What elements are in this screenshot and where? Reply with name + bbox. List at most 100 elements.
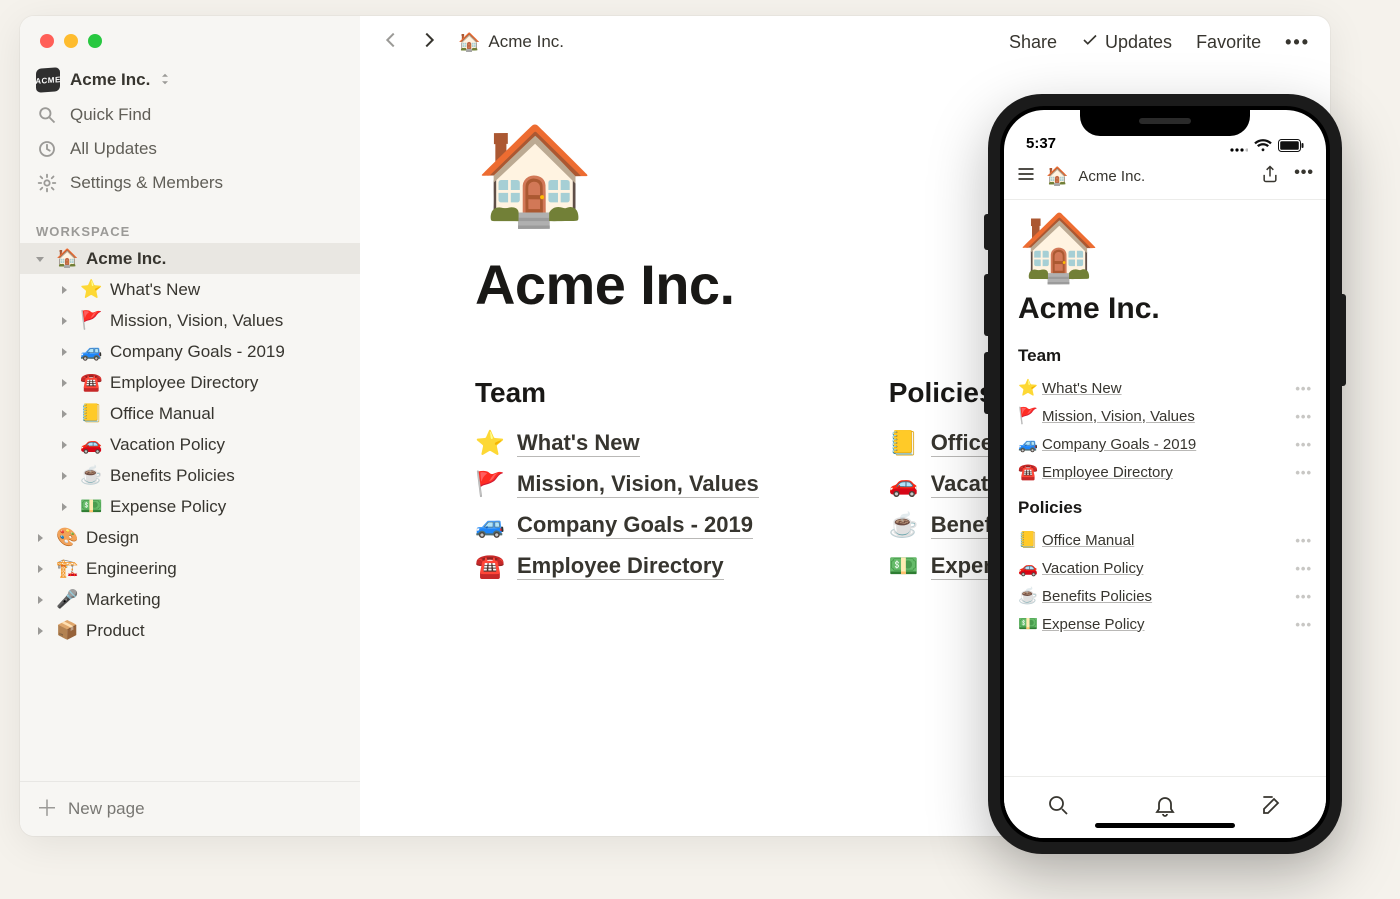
chevron-right-icon[interactable] [32, 530, 48, 546]
page-link[interactable]: ☕Benefits Policies••• [1018, 582, 1312, 610]
tree-child[interactable]: 🚗Vacation Policy [20, 429, 360, 460]
sidebar-quick-find[interactable]: Quick Find [20, 98, 360, 132]
tree-child-label: Office Manual [110, 404, 215, 424]
page-emoji-icon: 💵 [80, 496, 102, 517]
more-menu-button[interactable]: ••• [1285, 32, 1310, 53]
page-link[interactable]: 📒Office Manual••• [1018, 526, 1312, 554]
tree-child-label: Expense Policy [110, 497, 226, 517]
page-link-label[interactable]: Office Manual [1042, 532, 1134, 549]
favorite-button[interactable]: Favorite [1196, 32, 1261, 53]
page-link[interactable]: ⭐What's New [475, 423, 759, 464]
workspace-name: Acme Inc. [70, 70, 150, 90]
page-link[interactable]: 🚙Company Goals - 2019••• [1018, 430, 1312, 458]
sidebar-settings-label: Settings & Members [70, 173, 223, 193]
breadcrumb[interactable]: 🏠 Acme Inc. [458, 32, 564, 53]
page-link-label[interactable]: Expense Policy [1042, 616, 1145, 633]
chevron-right-icon[interactable] [56, 375, 72, 391]
tree-sibling[interactable]: 📦Product [20, 615, 360, 646]
page-link-label[interactable]: Company Goals - 2019 [1042, 436, 1196, 453]
tree-sibling-label: Product [86, 621, 145, 641]
tree-child-label: Vacation Policy [110, 435, 225, 455]
chevron-right-icon[interactable] [32, 623, 48, 639]
tree-sibling[interactable]: 🏗️Engineering [20, 553, 360, 584]
page-link-label[interactable]: Employee Directory [1042, 464, 1173, 481]
minimize-window-dot[interactable] [64, 34, 78, 48]
page-link-label[interactable]: Employee Directory [517, 553, 724, 580]
more-icon[interactable]: ••• [1295, 561, 1312, 576]
updates-button[interactable]: Updates [1081, 31, 1172, 54]
tree-child[interactable]: 📒Office Manual [20, 398, 360, 429]
tree-child[interactable]: ☎️Employee Directory [20, 367, 360, 398]
page-link[interactable]: ⭐What's New••• [1018, 374, 1312, 402]
chevron-right-icon[interactable] [56, 282, 72, 298]
tree-root-acme[interactable]: 🏠 Acme Inc. [20, 243, 360, 274]
page-emoji-icon: ☎️ [80, 372, 102, 393]
page-emoji-icon: 🚙 [475, 511, 503, 540]
page-link[interactable]: 🚗Vacation Policy••• [1018, 554, 1312, 582]
more-menu-button[interactable]: ••• [1294, 164, 1314, 189]
close-window-dot[interactable] [40, 34, 54, 48]
search-tab[interactable] [1046, 793, 1070, 822]
signal-dots-icon [1230, 140, 1248, 152]
sidebar-settings[interactable]: Settings & Members [20, 166, 360, 200]
share-button[interactable]: Share [1009, 32, 1057, 53]
zoom-window-dot[interactable] [88, 34, 102, 48]
nav-forward-button[interactable] [418, 29, 440, 56]
more-icon[interactable]: ••• [1295, 465, 1312, 480]
chevron-right-icon[interactable] [56, 499, 72, 515]
tree-child[interactable]: 🚩Mission, Vision, Values [20, 305, 360, 336]
tree-sibling[interactable]: 🎤Marketing [20, 584, 360, 615]
page-link-label[interactable]: Vacation Policy [1042, 560, 1143, 577]
sidebar: ACME Acme Inc. Quick Find All Updates [20, 16, 360, 836]
hamburger-icon[interactable] [1016, 164, 1036, 189]
more-icon[interactable]: ••• [1295, 381, 1312, 396]
tree-child[interactable]: ☕Benefits Policies [20, 460, 360, 491]
new-page-button[interactable]: ＋ New page [20, 781, 360, 836]
chevron-right-icon[interactable] [56, 313, 72, 329]
page-link[interactable]: 🚙 Company Goals - 2019 [475, 505, 759, 546]
share-icon[interactable] [1260, 164, 1280, 189]
chevron-right-icon[interactable] [32, 561, 48, 577]
chevron-right-icon[interactable] [56, 468, 72, 484]
page-emoji[interactable]: 🏠 [1018, 214, 1312, 280]
page-link[interactable]: 🚩Mission, Vision, Values [475, 464, 759, 505]
page-title[interactable]: Acme Inc. [1018, 292, 1312, 326]
page-emoji-icon: 🚗 [889, 470, 917, 499]
nav-back-button[interactable] [380, 29, 402, 56]
tree-child[interactable]: ⭐What's New [20, 274, 360, 305]
home-indicator[interactable] [1095, 823, 1235, 828]
more-icon[interactable]: ••• [1295, 589, 1312, 604]
chevron-down-icon[interactable] [32, 251, 48, 267]
more-icon[interactable]: ••• [1295, 409, 1312, 424]
more-icon[interactable]: ••• [1295, 533, 1312, 548]
sidebar-section-heading: WORKSPACE [20, 200, 360, 243]
tree-child[interactable]: 💵 Expense Policy [20, 491, 360, 522]
page-link[interactable]: ☎️Employee Directory••• [1018, 458, 1312, 486]
page-emoji-icon: 🏗️ [56, 558, 78, 579]
notifications-tab[interactable] [1153, 793, 1177, 822]
page-link[interactable]: 💵Expense Policy••• [1018, 610, 1312, 638]
page-link[interactable]: ☎️Employee Directory [475, 546, 759, 587]
page-link-label[interactable]: Mission, Vision, Values [517, 471, 759, 498]
compose-tab[interactable] [1260, 793, 1284, 822]
plus-icon: ＋ [36, 798, 56, 820]
page-link-label[interactable]: Benefits Policies [1042, 588, 1152, 605]
chevron-right-icon[interactable] [56, 344, 72, 360]
tree-sibling[interactable]: 🎨Design [20, 522, 360, 553]
chevron-right-icon[interactable] [56, 406, 72, 422]
page-link-label[interactable]: Company Goals - 2019 [517, 512, 753, 539]
chevron-right-icon[interactable] [56, 437, 72, 453]
gear-icon [36, 172, 58, 194]
mobile-breadcrumb[interactable]: Acme Inc. [1078, 168, 1145, 185]
more-icon[interactable]: ••• [1295, 437, 1312, 452]
sidebar-all-updates[interactable]: All Updates [20, 132, 360, 166]
page-link-label[interactable]: Mission, Vision, Values [1042, 408, 1195, 425]
page-link[interactable]: 🚩Mission, Vision, Values••• [1018, 402, 1312, 430]
more-icon[interactable]: ••• [1295, 617, 1312, 632]
chevron-right-icon[interactable] [32, 592, 48, 608]
workspace-switcher[interactable]: ACME Acme Inc. [20, 58, 360, 98]
page-link-label[interactable]: What's New [517, 430, 640, 457]
page-link-label[interactable]: What's New [1042, 380, 1122, 397]
tree-child[interactable]: 🚙Company Goals - 2019 [20, 336, 360, 367]
page-emoji-icon: ⭐ [80, 279, 102, 300]
